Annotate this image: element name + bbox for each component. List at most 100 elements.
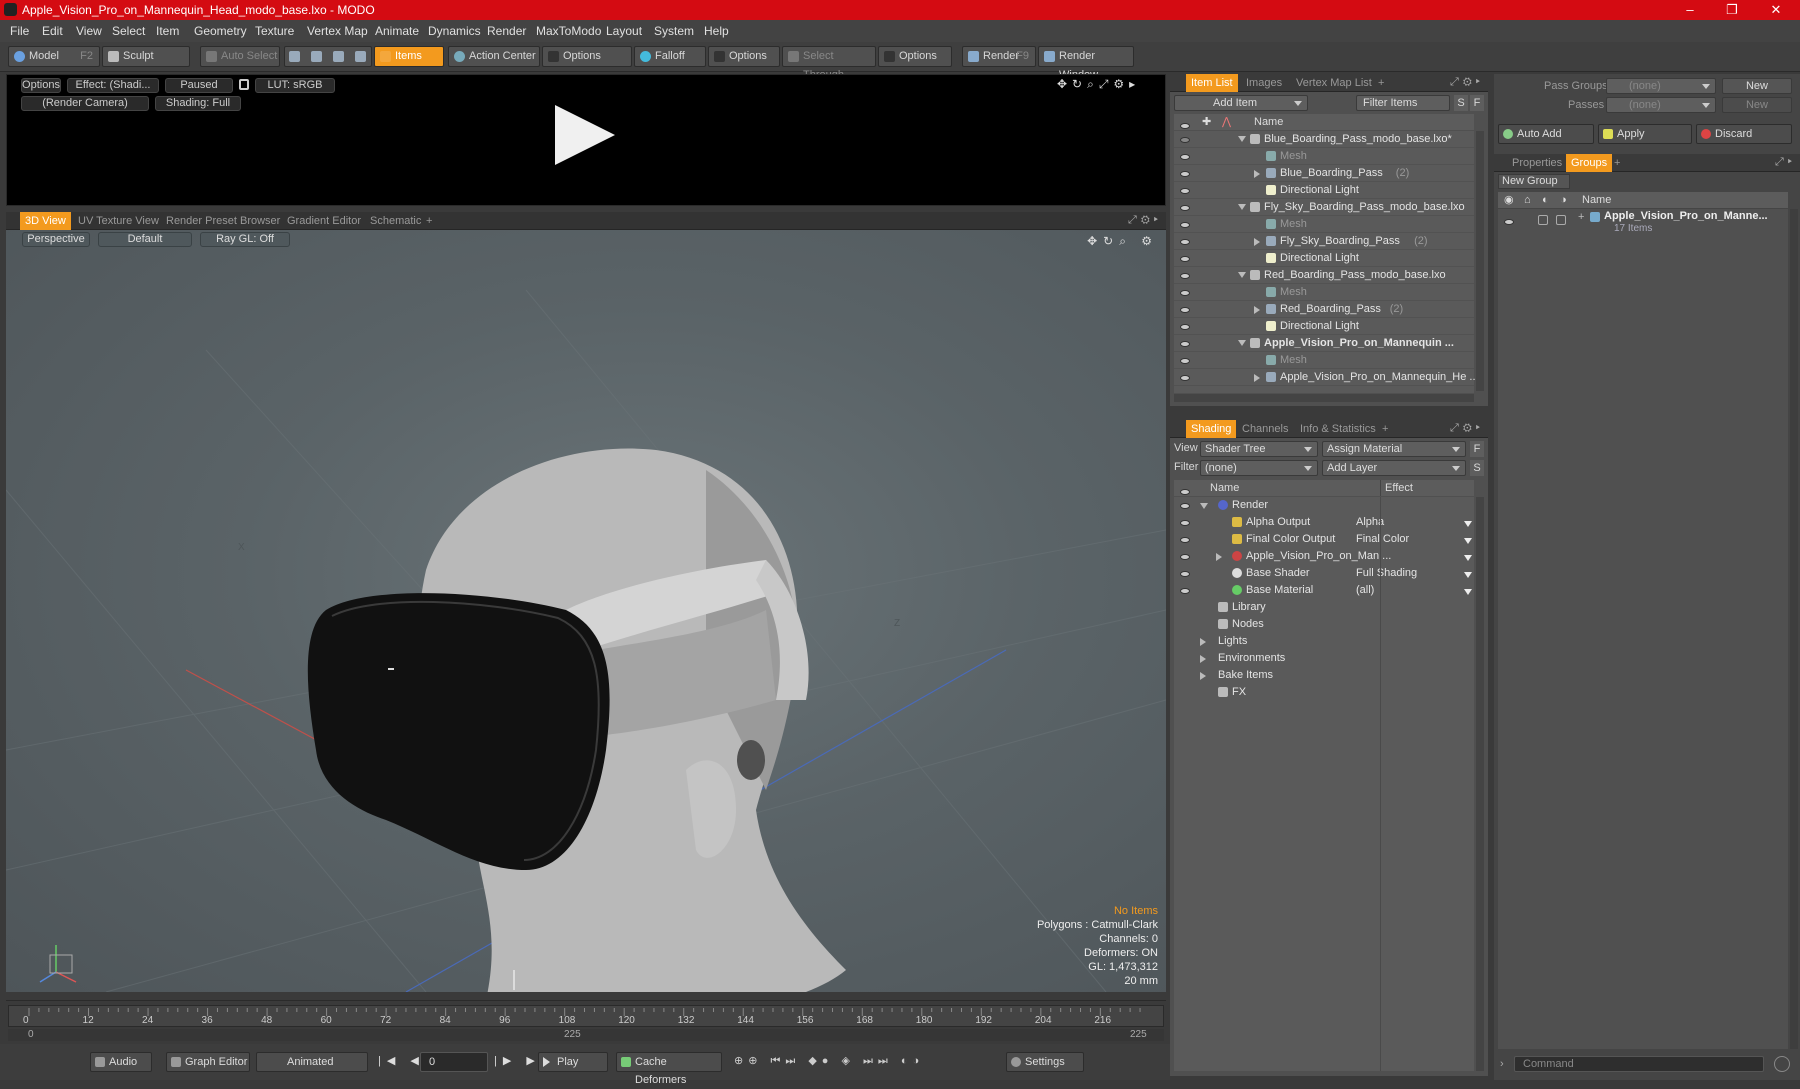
menu-texture[interactable]: Texture [255, 20, 294, 42]
add-tab-button[interactable]: + [1614, 154, 1620, 172]
item-list-hscrollbar[interactable] [1174, 394, 1474, 402]
cache-deformers-button[interactable]: Cache Deformers [616, 1052, 722, 1086]
tab-vertex-map-list[interactable]: Vertex Map List [1296, 74, 1372, 92]
effect-column-header[interactable]: Effect [1380, 480, 1413, 496]
command-expand-icon[interactable]: › [1500, 1058, 1504, 1070]
shader-row[interactable]: Environments [1174, 650, 1474, 667]
timeline-range-bar[interactable]: 0 225 225 [8, 1029, 1164, 1041]
minimize-button[interactable]: – [1670, 0, 1710, 20]
item-row[interactable]: Apple_Vision_Pro_on_Mannequin_He ... [1174, 369, 1479, 386]
shader-row[interactable]: Library [1174, 599, 1474, 616]
select-through-button[interactable]: Select Through [782, 46, 876, 81]
visibility-eye-icon[interactable] [1180, 341, 1190, 347]
expand-arrow-icon[interactable] [1254, 374, 1260, 382]
effect-dropdown-arrow-icon[interactable] [1464, 538, 1472, 544]
menu-file[interactable]: File [10, 20, 29, 42]
shader-row[interactable]: Render [1174, 497, 1474, 514]
effect-dropdown-arrow-icon[interactable] [1464, 521, 1472, 527]
effect-dropdown-arrow-icon[interactable] [1464, 572, 1472, 578]
keyframe-tool-icons[interactable]: ⊕⊕ ⏮⏭ ◆● ◈ ⏭⏭ ◐◑ [734, 1054, 924, 1068]
select-through-options-button[interactable]: Options [878, 46, 952, 67]
shader-row[interactable]: Base Shader Full Shading [1174, 565, 1474, 582]
expand-arrow-icon[interactable] [1254, 306, 1260, 314]
graph-editor-button[interactable]: Graph Editor [166, 1052, 250, 1072]
expand-arrow-icon[interactable] [1200, 638, 1206, 646]
shader-effect-dropdown[interactable]: Full Shading [1356, 567, 1417, 579]
edges-mode-icon[interactable] [311, 51, 322, 62]
visibility-eye-icon[interactable] [1180, 571, 1190, 577]
add-tab-button[interactable]: + [1382, 420, 1388, 438]
animated-dropdown[interactable]: Animated [256, 1052, 368, 1072]
sculpt-mode-button[interactable]: Sculpt [102, 46, 190, 67]
menu-geometry[interactable]: Geometry [194, 20, 247, 42]
expand-arrow-icon[interactable] [1254, 238, 1260, 246]
falloff-options-button[interactable]: Options [708, 46, 780, 67]
panel-controls-icon[interactable]: ⤢⚙▸ [1450, 76, 1484, 89]
item-row[interactable]: Red_Boarding_Pass_modo_base.lxo [1174, 267, 1474, 284]
name-column-header[interactable]: Name [1254, 114, 1283, 130]
new-group-button[interactable]: New Group [1498, 174, 1570, 189]
shader-row[interactable]: Lights [1174, 633, 1474, 650]
passes-dropdown[interactable]: (none) [1606, 97, 1716, 113]
model-mode-button[interactable]: Model F2 [8, 46, 100, 67]
item-list-scrollbar[interactable] [1476, 131, 1484, 391]
item-row[interactable]: Directional Light [1174, 250, 1474, 267]
view-panel-controls-icon[interactable]: ⤢⚙▸ [1128, 214, 1162, 227]
menu-help[interactable]: Help [704, 20, 729, 42]
visibility-eye-icon[interactable] [1180, 588, 1190, 594]
menu-vertex-map[interactable]: Vertex Map [307, 20, 368, 42]
menu-animate[interactable]: Animate [375, 20, 419, 42]
render-camera-dropdown[interactable]: (Render Camera) [21, 96, 149, 111]
timeline-ruler[interactable]: 0 12 24 36 48 60 72 84 96 108 120 132 144 156 168 180 19… [8, 1005, 1164, 1027]
settings-button[interactable]: Settings [1006, 1052, 1084, 1072]
item-row[interactable]: Blue_Boarding_Pass_modo_base.lxo* [1174, 131, 1474, 148]
view-dropdown[interactable]: Shader Tree [1200, 441, 1318, 457]
preview-view-controls-icon[interactable]: ✥↻⌕⤢⚙▸ [1057, 77, 1140, 92]
add-tab-button[interactable]: + [426, 212, 432, 230]
play-button[interactable]: Play [538, 1052, 608, 1072]
collapse-arrow-icon[interactable] [1238, 136, 1246, 142]
collapse-arrow-icon[interactable] [1238, 340, 1246, 346]
new-pass-button[interactable]: New [1722, 97, 1792, 113]
close-button[interactable]: ✕ [1756, 0, 1796, 20]
new-pass-group-button[interactable]: New [1722, 78, 1792, 94]
shader-row[interactable]: Bake Items [1174, 667, 1474, 684]
command-history-icon[interactable] [1774, 1056, 1790, 1072]
visibility-eye-icon[interactable] [1180, 503, 1190, 509]
shader-row[interactable]: Base Material (all) [1174, 582, 1474, 599]
apply-button[interactable]: Apply [1598, 124, 1692, 144]
item-row[interactable]: Mesh [1174, 216, 1474, 233]
viewport-nav-controls-icon[interactable]: ✥↻⌕ ⚙ [1087, 234, 1158, 249]
menu-render[interactable]: Render [487, 20, 526, 42]
tab-gradient-editor[interactable]: Gradient Editor [287, 212, 361, 230]
assign-material-button[interactable]: Assign Material [1322, 441, 1466, 457]
shader-row[interactable]: Final Color Output Final Color [1174, 531, 1474, 548]
menu-dynamics[interactable]: Dynamics [428, 20, 481, 42]
visibility-eye-icon[interactable] [1180, 188, 1190, 194]
shader-scrollbar[interactable] [1476, 497, 1484, 1071]
tab-render-preset-browser[interactable]: Render Preset Browser [166, 212, 280, 230]
tab-3d-view[interactable]: 3D View [20, 212, 71, 230]
perspective-dropdown[interactable]: Perspective [22, 232, 90, 247]
filter-f-button[interactable]: F [1470, 95, 1484, 111]
render-window-button[interactable]: Render Window [1038, 46, 1134, 81]
falloff-button[interactable]: Falloff [634, 46, 706, 67]
shader-effect-dropdown[interactable]: Final Color [1356, 533, 1409, 545]
item-row[interactable]: Apple_Vision_Pro_on_Mannequin ... [1174, 335, 1474, 352]
group-row[interactable]: + Apple_Vision_Pro_on_Manne... 17 Items [1498, 209, 1788, 239]
add-tab-button[interactable]: + [1378, 74, 1384, 92]
shading-dropdown[interactable]: Shading: Full [155, 96, 241, 111]
filter-items-input[interactable]: Filter Items [1356, 95, 1450, 111]
visibility-eye-icon[interactable] [1180, 222, 1190, 228]
auto-select-button[interactable]: Auto Select [200, 46, 280, 67]
shader-row[interactable]: Alpha Output Alpha [1174, 514, 1474, 531]
filter-dropdown[interactable]: (none) [1200, 460, 1318, 476]
shader-row[interactable]: Apple_Vision_Pro_on_Man ... [1174, 548, 1474, 565]
vertices-mode-icon[interactable] [289, 51, 300, 62]
items-mode-button[interactable]: Items [374, 46, 444, 67]
discard-button[interactable]: Discard [1696, 124, 1792, 144]
visibility-eye-icon[interactable] [1180, 324, 1190, 330]
item-row[interactable]: Fly_Sky_Boarding_Pass (2) [1174, 233, 1474, 250]
shader-effect-dropdown[interactable]: (all) [1356, 584, 1374, 596]
panel-controls-icon[interactable]: ⤢⚙▸ [1450, 422, 1484, 435]
